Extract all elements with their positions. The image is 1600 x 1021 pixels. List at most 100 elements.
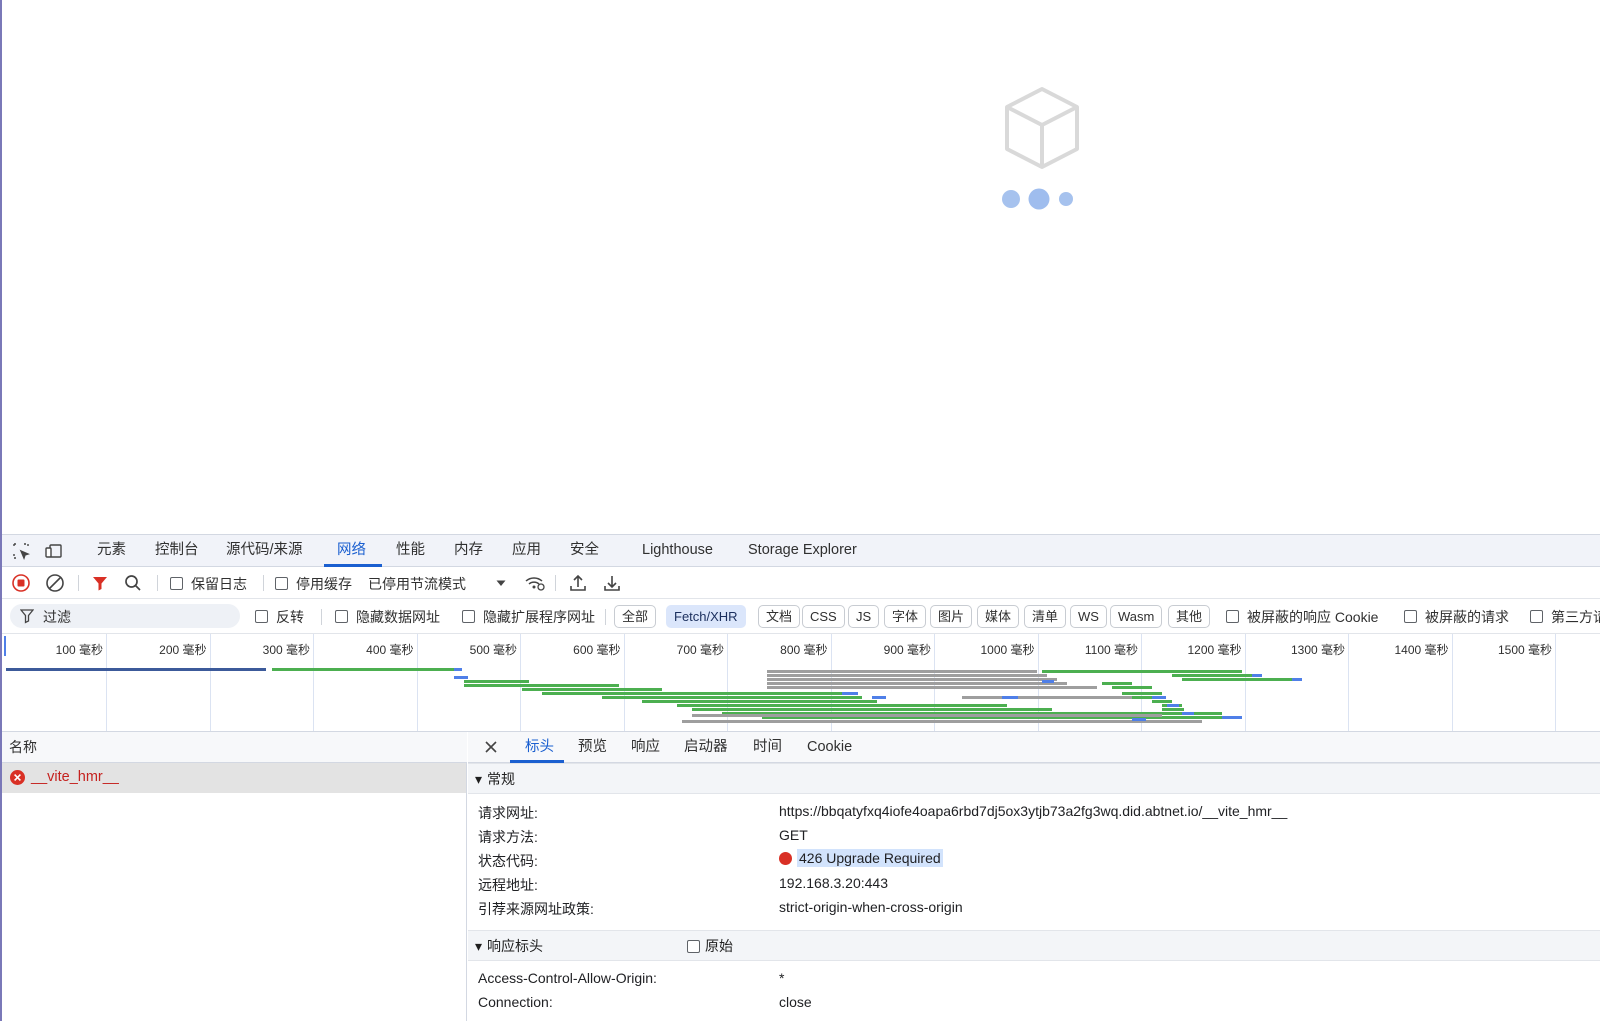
status-code-value: 426 Upgrade Required [779,849,943,867]
hide-extension-urls-checkbox[interactable] [462,610,475,623]
triangle-down-icon: ▾ [475,771,483,787]
close-icon[interactable] [484,740,498,754]
toolbar-separator [555,575,556,591]
overview-tick-label: 600 毫秒 [573,643,621,657]
overview-bar [522,688,662,691]
type-filter-img[interactable]: 图片 [930,605,973,628]
tab-console[interactable]: 控制台 [155,535,199,567]
third-party-checkbox[interactable] [1530,610,1543,623]
blocked-response-cookies-label: 被屏蔽的响应 Cookie [1247,609,1379,625]
blocked-requests-checkbox[interactable] [1404,610,1417,623]
tab-timing[interactable]: 时间 [753,732,782,763]
overview-bar [692,708,1052,711]
type-filter-other[interactable]: 其他 [1168,605,1211,628]
disable-cache-checkbox[interactable] [275,577,288,590]
filter-input[interactable]: 过滤 [10,604,240,628]
search-icon[interactable] [123,573,143,593]
type-filter-doc[interactable]: 文档 [758,605,801,628]
overview-tick-label: 300 毫秒 [262,643,310,657]
overview-bar [872,696,886,699]
tab-initiator[interactable]: 启动器 [684,732,728,763]
overview-bar [767,674,1047,677]
overview-bar [464,680,529,683]
overview-bar [464,684,619,687]
overview-tick-label: 500 毫秒 [469,643,517,657]
throttling-select[interactable]: 已停用节流模式 [368,574,466,594]
tab-cookies[interactable]: Cookie [807,732,852,763]
upload-har-icon[interactable] [568,573,588,593]
general-section-header[interactable]: ▾ 常规 [468,763,1600,794]
type-filter-manifest[interactable]: 清单 [1024,605,1067,628]
third-party-label: 第三方请 [1551,609,1600,625]
preserve-log-checkbox[interactable] [170,577,183,590]
tab-lighthouse[interactable]: Lighthouse [642,535,713,567]
type-filter-all[interactable]: 全部 [614,605,657,628]
overview-gridline [1348,634,1349,731]
request-row[interactable]: __vite_hmr__ [2,763,466,793]
chevron-down-icon[interactable] [491,573,511,593]
overview-gridline [416,634,418,731]
overview-tick-label: 200 毫秒 [159,643,207,657]
header-key: 远程地址: [478,877,538,893]
tab-storage-explorer[interactable]: Storage Explorer [748,535,857,567]
type-filter-js[interactable]: JS [848,605,880,628]
overview-gridline [313,634,314,731]
tab-security[interactable]: 安全 [570,535,599,567]
overview-bar [602,696,862,699]
overview-tick-label: 1400 毫秒 [1394,643,1449,657]
remote-address-value: 192.168.3.20:443 [779,875,888,891]
overview-tick-label: 1100 毫秒 [1084,643,1138,657]
overview-tick-label: 1000 毫秒 [980,643,1035,657]
hide-extension-urls-label: 隐藏扩展程序网址 [483,609,595,625]
toolbar-separator [605,609,606,625]
type-filter-css[interactable]: CSS [802,605,845,628]
response-headers-section-header[interactable]: ▾ 响应标头 原始 [468,930,1600,961]
overview-bar [1182,712,1194,715]
loading-dots-icon [1002,188,1073,210]
clear-icon[interactable] [45,573,65,593]
status-error-icon [779,852,792,865]
devtools-tabstrip: 元素 控制台 源代码/来源 网络 性能 内存 应用 安全 Lighthouse … [2,534,1600,567]
type-filter-wasm[interactable]: Wasm [1110,605,1163,628]
network-overview[interactable]: 100 毫秒 200 毫秒 300 毫秒 400 毫秒 500 毫秒 600 毫秒 700 … [2,634,1600,732]
tab-sources[interactable]: 源代码/来源 [226,535,303,567]
overview-bar [1222,716,1242,719]
type-filter-fetch-xhr[interactable]: Fetch/XHR [666,605,746,628]
overview-handle[interactable] [4,636,6,656]
tab-performance[interactable]: 性能 [396,535,425,567]
tab-application[interactable]: 应用 [512,535,541,567]
overview-tick-label: 700 毫秒 [676,643,724,657]
invert-checkbox[interactable] [255,610,268,623]
overview-bar [272,668,454,671]
overview-bar [1112,686,1152,689]
type-filter-font[interactable]: 字体 [884,605,927,628]
tab-preview[interactable]: 预览 [578,732,607,763]
download-har-icon[interactable] [602,573,622,593]
toolbar-separator [157,575,158,591]
filter-bar: 过滤 反转 隐藏数据网址 隐藏扩展程序网址 全部 Fetch/XHR 文档 CS… [2,599,1600,634]
type-filter-media[interactable]: 媒体 [977,605,1020,628]
request-url-value: https://bbqatyfxq4iofe4oapa6rbd7dj5ox3yt… [779,803,1288,819]
hide-data-urls-checkbox[interactable] [335,610,348,623]
tab-headers[interactable]: 标头 [525,732,554,763]
device-toolbar-icon[interactable] [44,541,64,561]
name-column-header[interactable]: 名称 [2,732,467,763]
blocked-response-cookies-checkbox[interactable] [1226,610,1239,623]
tab-elements[interactable]: 元素 [97,535,126,567]
toolbar-separator [321,609,322,625]
preserve-log-label: 保留日志 [191,576,247,592]
filter-icon[interactable] [90,573,110,593]
raw-headers-checkbox[interactable] [687,940,700,953]
invert-label: 反转 [276,609,304,625]
overview-tick-label: 900 毫秒 [883,643,931,657]
stop-recording-icon[interactable] [11,573,31,593]
request-details: 标头 预览 响应 启动器 时间 Cookie ▾ 常规 请求网址: https:… [468,732,1600,1021]
tab-network[interactable]: 网络 [337,535,366,567]
header-key: Connection: [478,994,553,1010]
type-filter-ws[interactable]: WS [1070,605,1107,628]
network-conditions-icon[interactable] [524,573,545,593]
tab-memory[interactable]: 内存 [454,535,483,567]
inspect-element-icon[interactable] [11,541,31,561]
tab-response[interactable]: 响应 [631,732,660,763]
loading-indicator [997,86,1087,216]
